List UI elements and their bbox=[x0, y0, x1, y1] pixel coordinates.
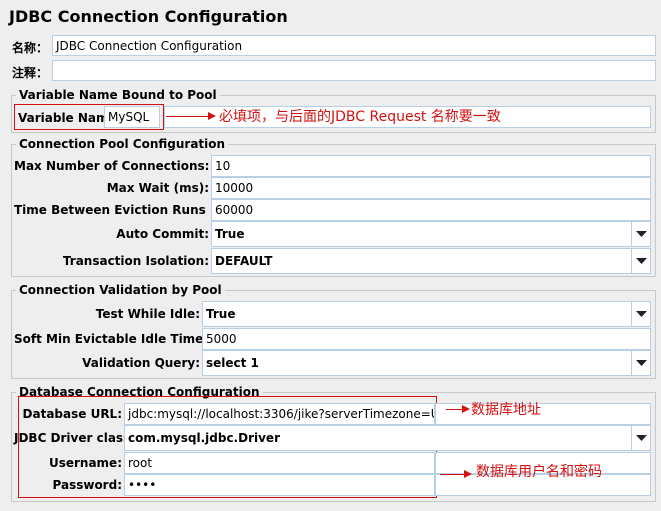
password-label: Password: bbox=[52, 478, 123, 492]
username-label: Username: bbox=[48, 456, 122, 470]
name-field[interactable]: JDBC Connection Configuration bbox=[52, 35, 656, 56]
chevron-down-icon bbox=[635, 434, 647, 441]
auto-commit-select[interactable]: True bbox=[211, 221, 651, 247]
max-connections-label: Max Number of Connections: bbox=[14, 159, 210, 173]
database-url-field[interactable]: jdbc:mysql://localhost:3306/jike?serverT… bbox=[124, 403, 435, 425]
variable-name-legend: Variable Name Bound to Pool bbox=[16, 88, 220, 102]
isolation-dropdown-button[interactable] bbox=[631, 249, 650, 273]
test-idle-dropdown-button[interactable] bbox=[631, 302, 650, 326]
database-url-label: Database URL: bbox=[22, 407, 122, 421]
max-connections-field[interactable]: 10 bbox=[211, 155, 651, 177]
eviction-runs-label: Time Between Eviction Runs (ms): bbox=[14, 203, 246, 217]
max-wait-field[interactable]: 10000 bbox=[211, 177, 651, 199]
name-label: 名称： bbox=[12, 41, 49, 55]
arrow-right-icon bbox=[208, 112, 216, 120]
credentials-annotation: 数据库用户名和密码 bbox=[476, 464, 602, 480]
driver-class-dropdown-button[interactable] bbox=[631, 426, 650, 450]
pool-config-legend: Connection Pool Configuration bbox=[16, 137, 229, 151]
variable-name-field[interactable]: MySQL bbox=[104, 106, 160, 128]
variable-annotation: 必填项，与后面的JDBC Request 名称要一致 bbox=[219, 109, 501, 125]
driver-class-label: JDBC Driver class: bbox=[14, 431, 136, 445]
arrow-line bbox=[166, 116, 210, 117]
chevron-down-icon bbox=[635, 257, 647, 264]
auto-commit-dropdown-button[interactable] bbox=[631, 222, 650, 246]
username-field[interactable]: root bbox=[124, 452, 435, 474]
test-idle-select[interactable]: True bbox=[202, 301, 651, 327]
soft-min-label: Soft Min Evictable Idle Time(ms): bbox=[14, 332, 239, 346]
test-idle-label: Test While Idle: bbox=[95, 307, 200, 321]
auto-commit-label: Auto Commit: bbox=[116, 227, 209, 241]
password-field[interactable]: •••• bbox=[124, 474, 435, 496]
isolation-label: Transaction Isolation: bbox=[62, 254, 209, 268]
chevron-down-icon bbox=[635, 359, 647, 366]
validation-query-select[interactable]: select 1 bbox=[202, 350, 651, 376]
auto-commit-value: True bbox=[215, 227, 245, 241]
max-wait-label: Max Wait (ms): bbox=[106, 181, 209, 195]
arrow-right-icon bbox=[464, 470, 472, 478]
validation-query-dropdown-button[interactable] bbox=[631, 351, 650, 375]
driver-class-select[interactable]: com.mysql.jdbc.Driver bbox=[124, 425, 651, 451]
comment-field[interactable] bbox=[52, 60, 656, 81]
validation-query-label: Validation Query: bbox=[82, 356, 200, 370]
soft-min-field[interactable]: 5000 bbox=[202, 328, 651, 350]
eviction-runs-field[interactable]: 60000 bbox=[211, 199, 651, 221]
arrow-right-icon bbox=[462, 405, 470, 413]
test-idle-value: True bbox=[206, 307, 236, 321]
comment-label: 注释： bbox=[12, 66, 49, 80]
chevron-down-icon bbox=[635, 230, 647, 237]
page-title: JDBC Connection Configuration bbox=[9, 7, 288, 26]
chevron-down-icon bbox=[635, 310, 647, 317]
validation-query-value: select 1 bbox=[206, 356, 259, 370]
isolation-value: DEFAULT bbox=[215, 254, 273, 268]
driver-class-value: com.mysql.jdbc.Driver bbox=[128, 431, 280, 445]
url-annotation: 数据库地址 bbox=[471, 402, 541, 418]
isolation-select[interactable]: DEFAULT bbox=[211, 248, 651, 274]
credentials-arrow-line bbox=[440, 474, 466, 475]
validation-legend: Connection Validation by Pool bbox=[16, 283, 225, 297]
